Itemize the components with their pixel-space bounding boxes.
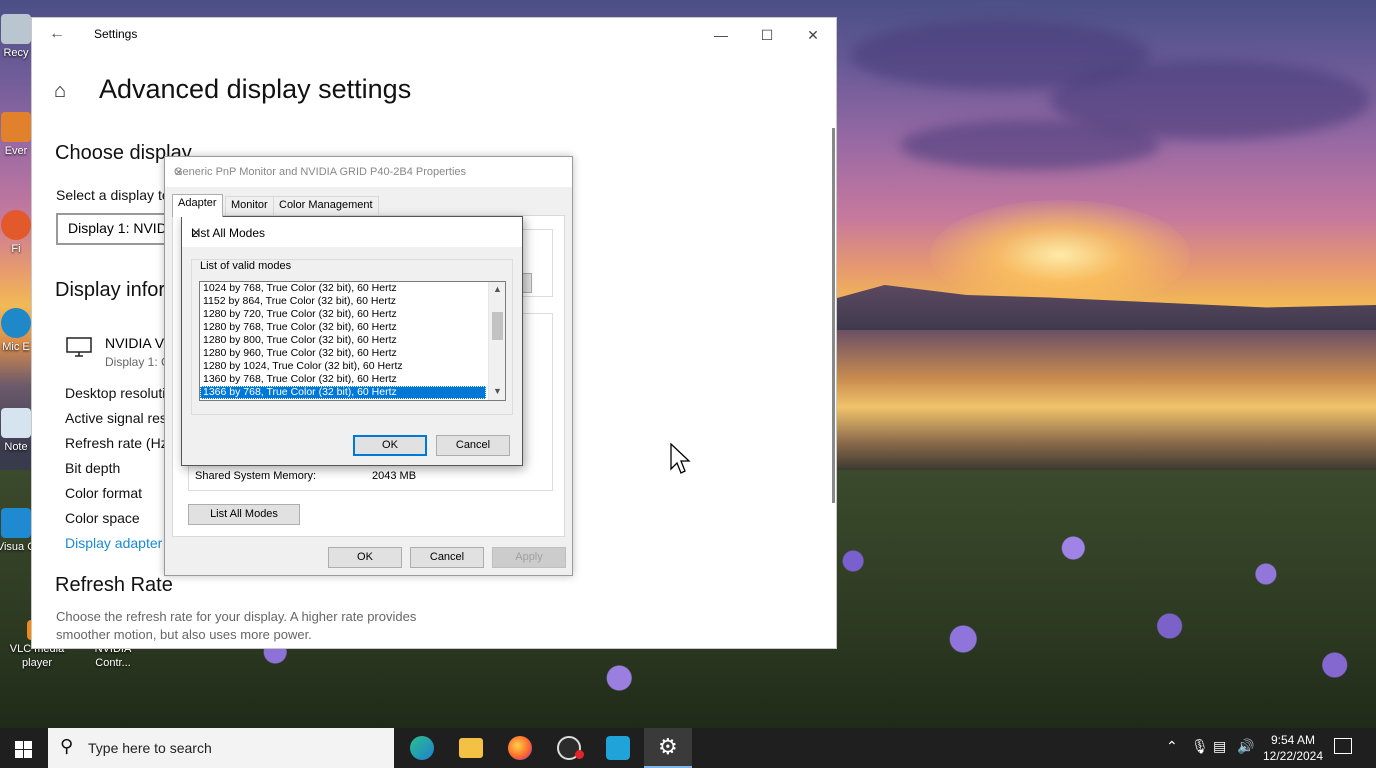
page-title: Advanced display settings <box>99 74 412 104</box>
close-icon[interactable]: ✕ <box>790 22 836 48</box>
home-icon[interactable]: ⌂ <box>54 80 66 103</box>
clock-date: 12/22/2024 <box>1262 749 1324 763</box>
info-color-format: Color format <box>65 485 143 501</box>
network-icon[interactable]: ▤ <box>1213 738 1226 755</box>
search-placeholder: Type here to search <box>88 740 212 756</box>
properties-cancel-button[interactable]: Cancel <box>410 547 484 568</box>
file-explorer-icon[interactable] <box>447 728 495 768</box>
refresh-rate-description-line1: Choose the refresh rate for your display… <box>56 609 417 624</box>
obs-icon[interactable] <box>545 728 593 768</box>
modes-scrollbar[interactable]: ▲ ▼ <box>488 282 505 400</box>
shared-memory-value: 2043 MB <box>372 470 417 482</box>
list-item[interactable]: 1280 by 800, True Color (32 bit), 60 Her… <box>200 334 486 347</box>
list-item[interactable]: 1280 by 1024, True Color (32 bit), 60 He… <box>200 360 486 373</box>
properties-ok-button[interactable]: OK <box>328 547 402 568</box>
valid-modes-label: List of valid modes <box>199 260 293 272</box>
search-icon: ⚲ <box>60 736 74 756</box>
start-button[interactable] <box>0 728 48 768</box>
ccleaner-icon[interactable] <box>594 728 642 768</box>
taskbar-search-box[interactable]: ⚲ Type here to search <box>48 728 394 768</box>
modes-ok-button[interactable]: OK <box>353 435 427 456</box>
maximize-icon[interactable]: ☐ <box>744 22 790 48</box>
valid-modes-listbox[interactable]: 1024 by 768, True Color (32 bit), 60 Her… <box>199 281 506 401</box>
properties-apply-button[interactable]: Apply <box>492 547 566 568</box>
info-bit-depth: Bit depth <box>65 460 121 476</box>
display-adapter-properties-link[interactable]: Display adapter <box>65 535 162 551</box>
tab-color-management[interactable]: Color Management <box>273 196 379 216</box>
scroll-thumb[interactable] <box>492 312 503 340</box>
list-all-modes-dialog: List All Modes ✕ List of valid modes 102… <box>181 216 523 466</box>
settings-scrollbar[interactable] <box>832 128 835 503</box>
microphone-icon[interactable]: 🎙 <box>1191 738 1209 755</box>
info-desktop-resolution: Desktop resoluti <box>65 385 166 401</box>
list-all-modes-button[interactable]: List All Modes <box>188 504 300 525</box>
settings-icon[interactable]: ⚙ <box>644 728 692 768</box>
list-item-selected[interactable]: 1366 by 768, True Color (32 bit), 60 Her… <box>200 386 486 399</box>
scroll-up-icon[interactable]: ▲ <box>493 284 502 294</box>
monitor-icon <box>66 337 92 357</box>
tab-monitor[interactable]: Monitor <box>225 196 274 216</box>
refresh-rate-description-line2: smoother motion, but also uses more powe… <box>56 627 312 642</box>
list-modes-titlebar: List All Modes ✕ <box>182 217 522 247</box>
display-information-heading: Display infor <box>55 279 166 301</box>
settings-titlebar: ← Settings — ☐ ✕ <box>32 18 836 50</box>
taskbar: ⚲ Type here to search ⚙ ⌃ 🎙 ▤ 🔊 9:54 AM … <box>0 728 1376 768</box>
volume-icon[interactable]: 🔊 <box>1237 738 1254 755</box>
tab-adapter[interactable]: Adapter <box>172 194 223 217</box>
refresh-rate-heading: Refresh Rate <box>55 574 173 596</box>
mouse-cursor-icon <box>670 443 691 474</box>
info-active-signal-resolution: Active signal res <box>65 410 167 426</box>
system-clock[interactable]: 9:54 AM 12/22/2024 <box>1262 732 1324 764</box>
firefox-icon[interactable] <box>496 728 544 768</box>
back-arrow-icon[interactable]: ← <box>49 25 65 43</box>
clock-time: 9:54 AM <box>1270 733 1316 747</box>
info-refresh-rate: Refresh rate (Hz) <box>65 435 173 451</box>
select-display-label: Select a display to <box>56 187 170 203</box>
list-item[interactable]: 1280 by 768, True Color (32 bit), 60 Her… <box>200 321 486 334</box>
list-item[interactable]: 1280 by 720, True Color (32 bit), 60 Her… <box>200 308 486 321</box>
properties-titlebar: Generic PnP Monitor and NVIDIA GRID P40-… <box>165 157 572 187</box>
modes-cancel-button[interactable]: Cancel <box>436 435 510 456</box>
close-icon[interactable]: ✕ <box>191 226 514 240</box>
close-icon[interactable]: ✕ <box>174 166 562 179</box>
minimize-icon[interactable]: — <box>698 22 744 48</box>
list-item[interactable]: 1360 by 768, True Color (32 bit), 60 Her… <box>200 373 486 386</box>
monitor-subtitle: Display 1: C <box>105 355 170 369</box>
window-title: Settings <box>94 27 138 41</box>
shared-memory-label: Shared System Memory: <box>195 470 317 482</box>
list-item[interactable]: 1152 by 864, True Color (32 bit), 60 Her… <box>200 295 486 308</box>
list-item[interactable]: 1280 by 960, True Color (32 bit), 60 Her… <box>200 347 486 360</box>
list-item[interactable]: 1024 by 768, True Color (32 bit), 60 Her… <box>200 282 486 295</box>
edge-icon[interactable] <box>398 728 446 768</box>
info-color-space: Color space <box>65 510 140 526</box>
scroll-down-icon[interactable]: ▼ <box>493 386 502 396</box>
notification-center-icon[interactable] <box>1334 738 1352 754</box>
chevron-up-icon[interactable]: ⌃ <box>1166 738 1178 755</box>
